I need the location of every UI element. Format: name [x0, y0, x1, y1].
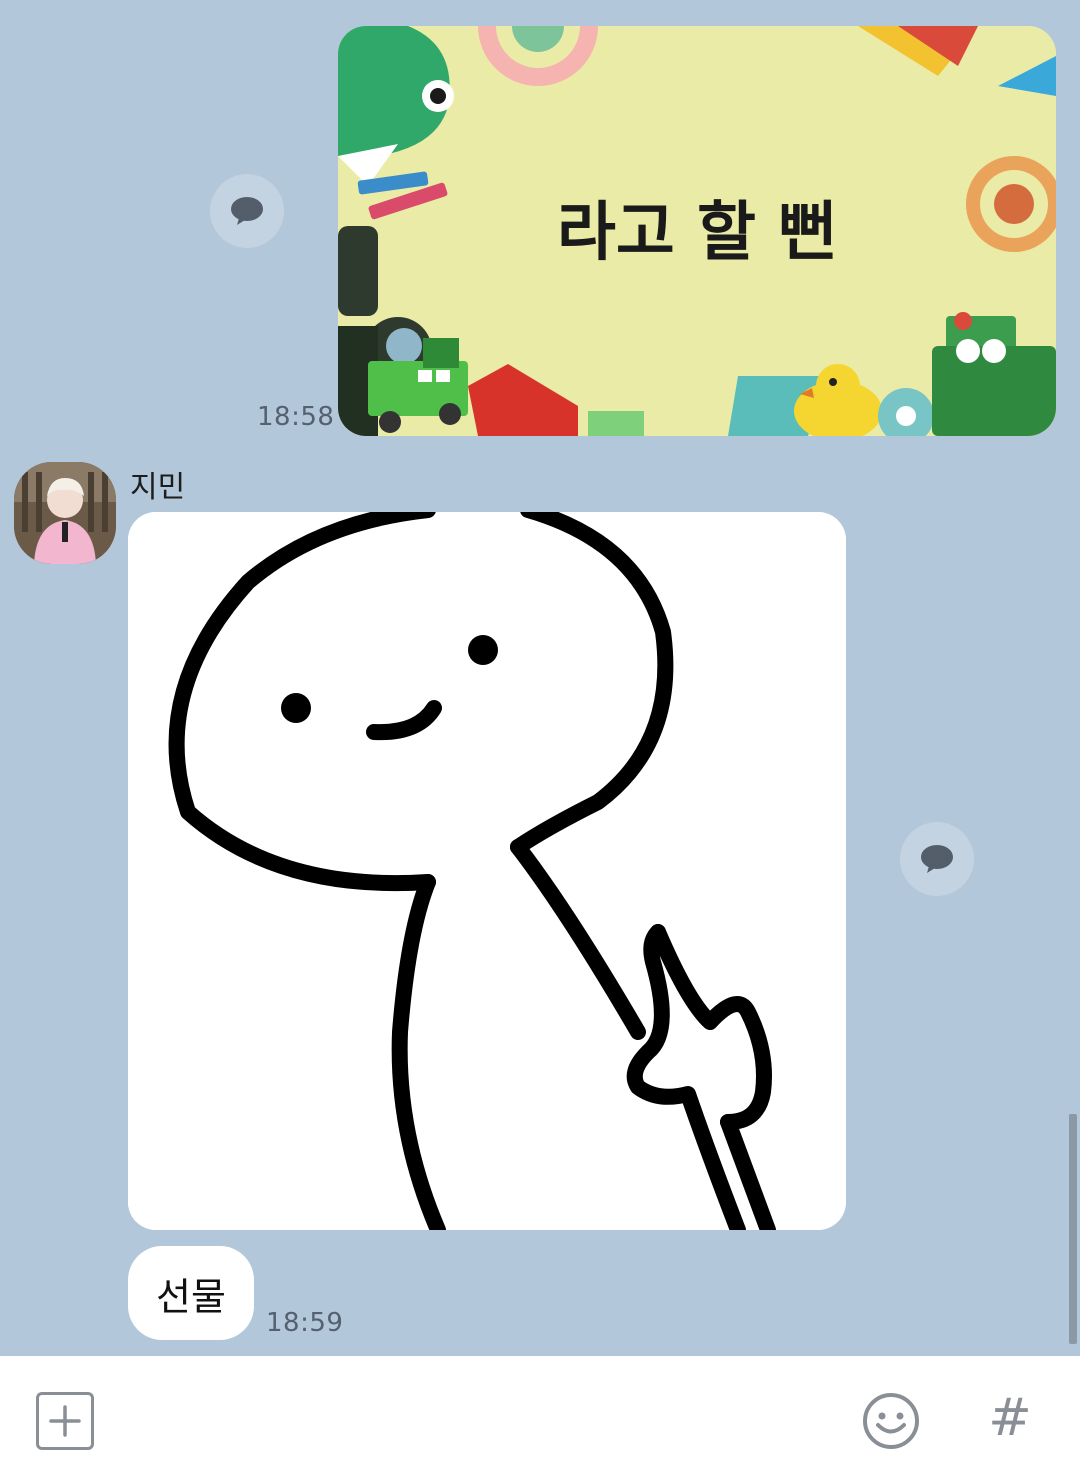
- avatar[interactable]: [14, 462, 116, 564]
- scrollbar[interactable]: [1069, 1114, 1077, 1344]
- message-text: 선물: [156, 1274, 226, 1319]
- received-timestamp: 18:59: [266, 1308, 344, 1338]
- smiley-icon: [863, 1393, 919, 1449]
- stick-figure-image: [128, 512, 846, 1230]
- sent-timestamp: 18:58: [257, 402, 335, 432]
- plus-square-icon: [49, 1405, 81, 1437]
- speech-bubble-icon: [921, 845, 953, 873]
- speech-bubble-icon: [231, 197, 263, 225]
- reply-button[interactable]: [210, 174, 284, 248]
- chat-area[interactable]: 라고 할 뻔 18:58 지민 선물 18:59: [0, 0, 1080, 1356]
- emoji-button[interactable]: [862, 1392, 920, 1450]
- profile-photo: [14, 462, 116, 564]
- attach-button[interactable]: [36, 1392, 94, 1450]
- input-bar: #: [0, 1356, 1080, 1483]
- received-image-message[interactable]: [128, 512, 846, 1230]
- banner-caption: 라고 할 뻔: [557, 196, 837, 270]
- hash-icon[interactable]: #: [984, 1386, 1036, 1450]
- reply-button[interactable]: [900, 822, 974, 896]
- sent-image-message[interactable]: 라고 할 뻔: [338, 26, 1056, 436]
- toy-banner-image: 라고 할 뻔: [338, 26, 1056, 436]
- sender-name: 지민: [130, 470, 186, 505]
- received-text-message[interactable]: 선물: [128, 1246, 254, 1340]
